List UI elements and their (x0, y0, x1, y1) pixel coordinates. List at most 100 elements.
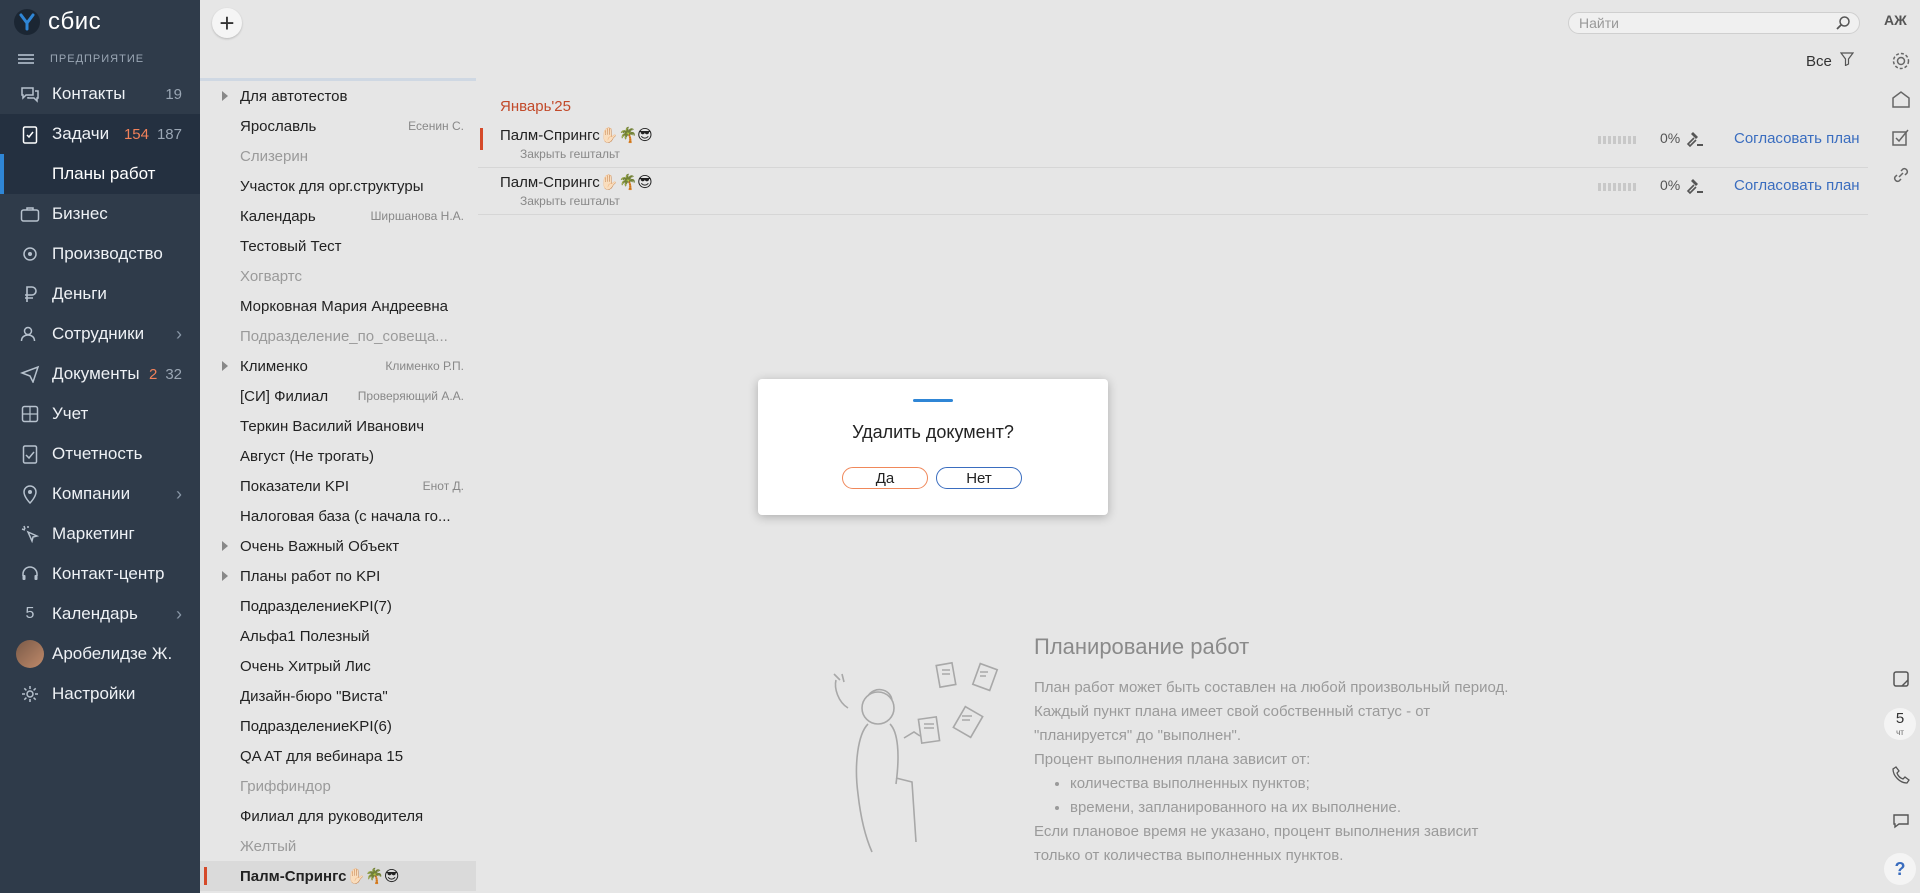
list-item-responsible: Ширшанова Н.А. (370, 209, 464, 223)
no-button[interactable]: Нет (936, 467, 1022, 489)
yes-button[interactable]: Да (842, 467, 928, 489)
main-navigation: сбис ПРЕДПРИЯТИЕ Контакты 19 Задачи 154 1… (0, 0, 200, 893)
add-button[interactable]: + (212, 8, 242, 38)
home-icon[interactable] (1890, 88, 1912, 110)
list-item-label: Налоговая база (с начала го... (240, 507, 451, 525)
list-item[interactable]: Календарь Ширшанова Н.А. (200, 201, 476, 231)
org-switcher[interactable]: ПРЕДПРИЯТИЕ (0, 44, 200, 74)
plan-row[interactable]: Палм-Спрингс✋🏻🌴😎 Закрыть гештальт 0% Сог… (478, 169, 1868, 215)
chat-icon[interactable] (1890, 810, 1912, 832)
list-item[interactable]: Налоговая база (с начала го... (200, 501, 476, 531)
phone-icon[interactable] (1890, 764, 1912, 786)
ruble-icon (16, 283, 44, 305)
calendar-widget[interactable]: 5 чт (1884, 708, 1916, 740)
chevron-right-icon[interactable]: › (176, 604, 182, 625)
search-placeholder: Найти (1579, 15, 1619, 31)
logo[interactable]: сбис (0, 0, 200, 44)
empty-text-bullet: времени, запланированного на их выполнен… (1070, 796, 1554, 820)
plan-subtitle: Закрыть гештальт (520, 147, 620, 161)
list-item[interactable]: Август (Не трогать) (200, 441, 476, 471)
list-item[interactable]: Клименко Клименко Р.П. (200, 351, 476, 381)
total-count: 187 (156, 125, 182, 143)
filter-button[interactable]: Все (1806, 52, 1855, 70)
list-item[interactable]: Подразделение_по_совеща... (200, 321, 476, 351)
approve-plan-link[interactable]: Согласовать план (1734, 177, 1860, 194)
list-item[interactable]: Хогвартс (200, 261, 476, 291)
list-item[interactable]: Желтый (200, 831, 476, 861)
nav-marketing[interactable]: Маркетинг (0, 514, 200, 554)
nav-staff[interactable]: Сотрудники › (0, 314, 200, 354)
list-item-label: Морковная Мария Андреевна (240, 297, 448, 315)
nav-label: Контакт-центр (52, 564, 165, 583)
list-item-label: Для автотестов (240, 87, 348, 105)
list-item-label: Планы работ по KPI (240, 567, 381, 585)
expand-arrow-icon[interactable] (222, 571, 228, 581)
list-item[interactable]: Ярославль Есенин С. (200, 111, 476, 141)
nav-contact-center[interactable]: Контакт-центр (0, 554, 200, 594)
list-item-label: Филиал для руководителя (240, 807, 424, 825)
expand-arrow-icon[interactable] (222, 361, 228, 371)
list-item[interactable]: Теркин Василий Иванович (200, 411, 476, 441)
list-item[interactable]: Дизайн-бюро "Виста" (200, 681, 476, 711)
factory-icon (16, 243, 44, 265)
link-icon[interactable] (1890, 164, 1912, 186)
search-input[interactable]: Найти (1568, 12, 1860, 34)
gavel-icon (1686, 177, 1704, 195)
nav-business[interactable]: Бизнес (0, 194, 200, 234)
list-item-label: Дизайн-бюро "Виста" (240, 687, 388, 705)
nav-companies[interactable]: Компании › (0, 474, 200, 514)
nav-contacts[interactable]: Контакты 19 (0, 74, 200, 114)
expand-arrow-icon[interactable] (222, 91, 228, 101)
list-item[interactable]: [СИ] Филиал Проверяющий А.А. (200, 381, 476, 411)
list-item[interactable]: Слизерин (200, 141, 476, 171)
list-item[interactable]: ПодразделениеKPI(7) (200, 591, 476, 621)
list-item-label: ПодразделениеKPI(7) (240, 597, 392, 615)
empty-text-line: Каждый пункт плана имеет свой собственны… (1034, 703, 1431, 720)
approve-plan-link[interactable]: Согласовать план (1734, 130, 1860, 147)
nav-tasks[interactable]: Задачи 154 187 (0, 114, 200, 154)
tasks-icon[interactable] (1890, 126, 1912, 148)
nav-count: 2 32 (149, 366, 182, 383)
list-item[interactable]: Планы работ по KPI (200, 561, 476, 591)
nav-documents[interactable]: Документы 2 32 (0, 354, 200, 394)
list-item[interactable]: QA AT для вебинара 15 (200, 741, 476, 771)
nav-work-plans[interactable]: Планы работ (0, 154, 200, 194)
list-item[interactable]: ПодразделениеKPI(6) (200, 711, 476, 741)
help-button[interactable]: ? (1884, 853, 1916, 885)
account-initials[interactable]: АЖ (1884, 12, 1907, 28)
expand-arrow-icon[interactable] (222, 541, 228, 551)
list-item[interactable]: Альфа1 Полезный (200, 621, 476, 651)
list-item[interactable]: Очень Важный Объект (200, 531, 476, 561)
list-item[interactable]: Очень Хитрый Лис (200, 651, 476, 681)
list-item[interactable]: Филиал для руководителя (200, 801, 476, 831)
menu-icon[interactable] (18, 54, 34, 64)
list-item[interactable]: Тестовый Тест (200, 231, 476, 261)
list-item[interactable]: Участок для орг.структуры (200, 171, 476, 201)
list-item[interactable]: Показатели KPI Енот Д. (200, 471, 476, 501)
nav-user-profile[interactable]: Аробелидзе Ж. (0, 634, 200, 674)
empty-text-line: только от количества выполненных пунктов… (1034, 847, 1344, 864)
list-item[interactable]: Палм-Спрингс✋🏻🌴😎 (200, 861, 476, 891)
nav-production[interactable]: Производство (0, 234, 200, 274)
chevron-right-icon[interactable]: › (176, 484, 182, 505)
nav-label: Маркетинг (52, 524, 135, 543)
nav-calendar[interactable]: 5 Календарь › (0, 594, 200, 634)
nav-reporting[interactable]: Отчетность (0, 434, 200, 474)
list-item[interactable]: Для автотестов (200, 81, 476, 111)
list-item[interactable]: Морковная Мария Андреевна (200, 291, 476, 321)
plans-list: Для автотестов Ярославль Есенин С. Слизерин… (200, 78, 476, 893)
list-item-label: Желтый (240, 837, 297, 855)
list-item-label: Альфа1 Полезный (240, 627, 370, 645)
chevron-right-icon[interactable]: › (176, 324, 182, 345)
nav-money[interactable]: Деньги (0, 274, 200, 314)
unread-marker (480, 128, 483, 150)
clipboard-check-icon (16, 123, 44, 145)
note-icon[interactable] (1890, 668, 1912, 690)
nav-settings[interactable]: Настройки (0, 674, 200, 714)
nav-label: Производство (52, 244, 163, 263)
gear-icon[interactable] (1890, 50, 1912, 72)
nav-accounting[interactable]: Учет (0, 394, 200, 434)
plan-row[interactable]: Палм-Спрингс✋🏻🌴😎 Закрыть гештальт 0% Сог… (478, 122, 1868, 168)
search-icon[interactable] (1835, 15, 1851, 34)
list-item[interactable]: Гриффиндор (200, 771, 476, 801)
